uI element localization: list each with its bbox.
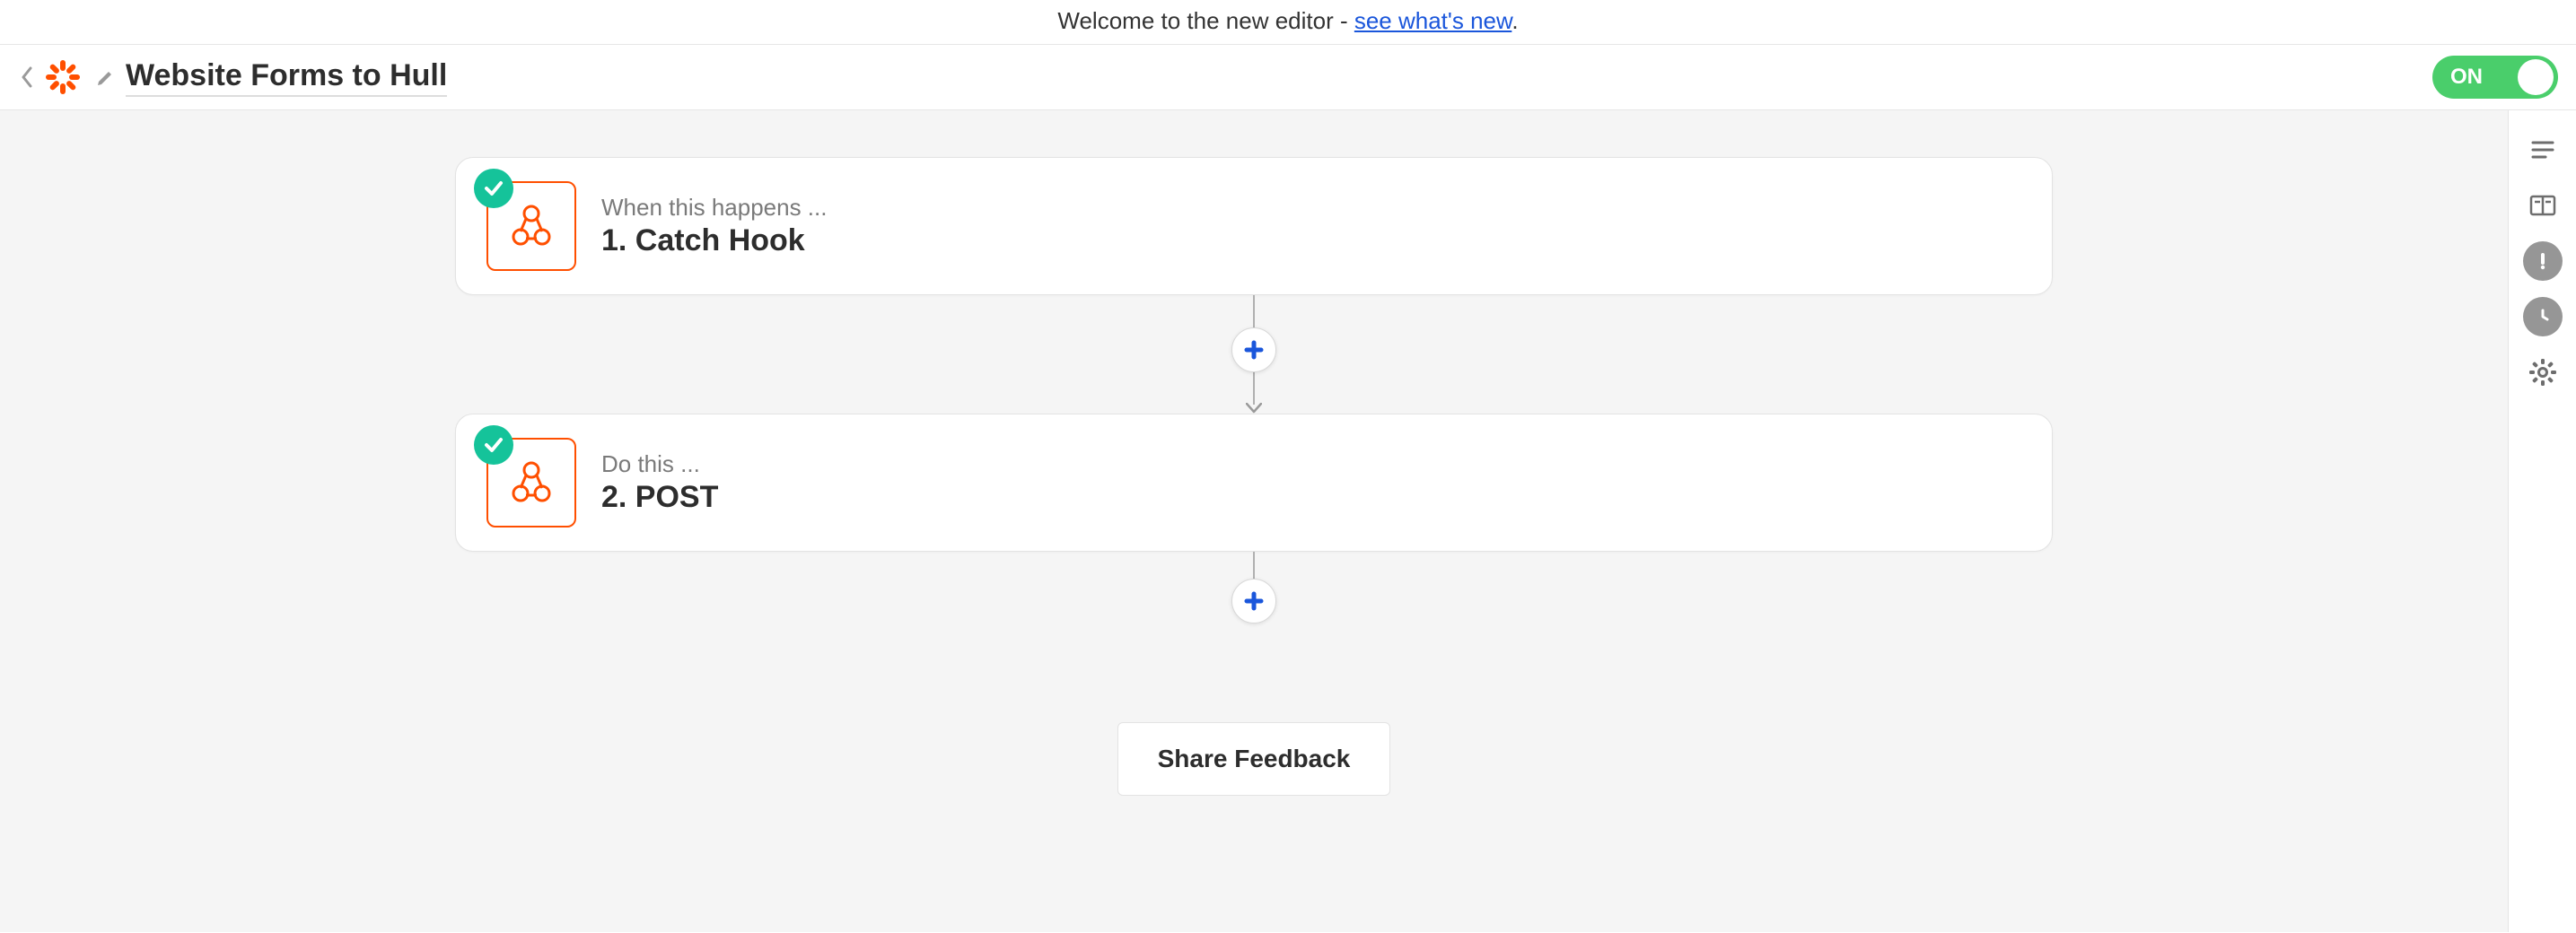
alerts-icon[interactable] xyxy=(2518,236,2568,286)
zap-toggle[interactable]: ON xyxy=(2432,56,2558,99)
connector-line xyxy=(1253,372,1255,405)
right-rail xyxy=(2508,110,2576,932)
step-text: When this happens ... 1. Catch Hook xyxy=(601,194,827,258)
step-title: 2. POST xyxy=(601,480,718,515)
step-connector xyxy=(1231,295,1276,414)
guide-icon[interactable] xyxy=(2518,180,2568,231)
zap-canvas: When this happens ... 1. Catch Hook xyxy=(0,110,2508,932)
canvas-wrap: When this happens ... 1. Catch Hook xyxy=(0,110,2576,932)
step-card-trigger[interactable]: When this happens ... 1. Catch Hook xyxy=(455,157,2053,295)
header-left: Website Forms to Hull xyxy=(18,58,447,97)
tail-connector xyxy=(1231,552,1276,623)
step-card-action[interactable]: Do this ... 2. POST xyxy=(455,414,2053,552)
add-step-button[interactable] xyxy=(1231,327,1276,372)
banner-suffix: . xyxy=(1511,7,1518,34)
see-whats-new-link[interactable]: see what's new xyxy=(1354,7,1512,34)
step-subtitle: Do this ... xyxy=(601,450,718,478)
step-icon-box xyxy=(486,181,576,271)
edit-title-icon[interactable] xyxy=(95,66,117,88)
status-success-icon xyxy=(474,425,513,465)
add-step-button[interactable] xyxy=(1231,579,1276,623)
settings-icon[interactable] xyxy=(2518,347,2568,397)
share-feedback-button[interactable]: Share Feedback xyxy=(1117,722,1391,796)
back-chevron-icon[interactable] xyxy=(18,64,36,91)
banner-prefix: Welcome to the new editor - xyxy=(1057,7,1354,34)
zapier-logo-icon xyxy=(45,59,81,95)
step-icon-box xyxy=(486,438,576,528)
outline-icon[interactable] xyxy=(2518,125,2568,175)
new-editor-banner: Welcome to the new editor - see what's n… xyxy=(0,0,2576,45)
step-subtitle: When this happens ... xyxy=(601,194,827,222)
status-success-icon xyxy=(474,169,513,208)
step-title: 1. Catch Hook xyxy=(601,223,827,258)
toggle-knob xyxy=(2518,59,2554,95)
connector-line xyxy=(1253,552,1255,579)
history-icon[interactable] xyxy=(2518,292,2568,342)
arrowhead-icon xyxy=(1246,403,1262,414)
toggle-label: ON xyxy=(2450,65,2483,90)
step-text: Do this ... 2. POST xyxy=(601,450,718,515)
editor-header: Website Forms to Hull ON xyxy=(0,45,2576,110)
zap-title[interactable]: Website Forms to Hull xyxy=(126,58,447,97)
connector-line xyxy=(1253,295,1255,327)
